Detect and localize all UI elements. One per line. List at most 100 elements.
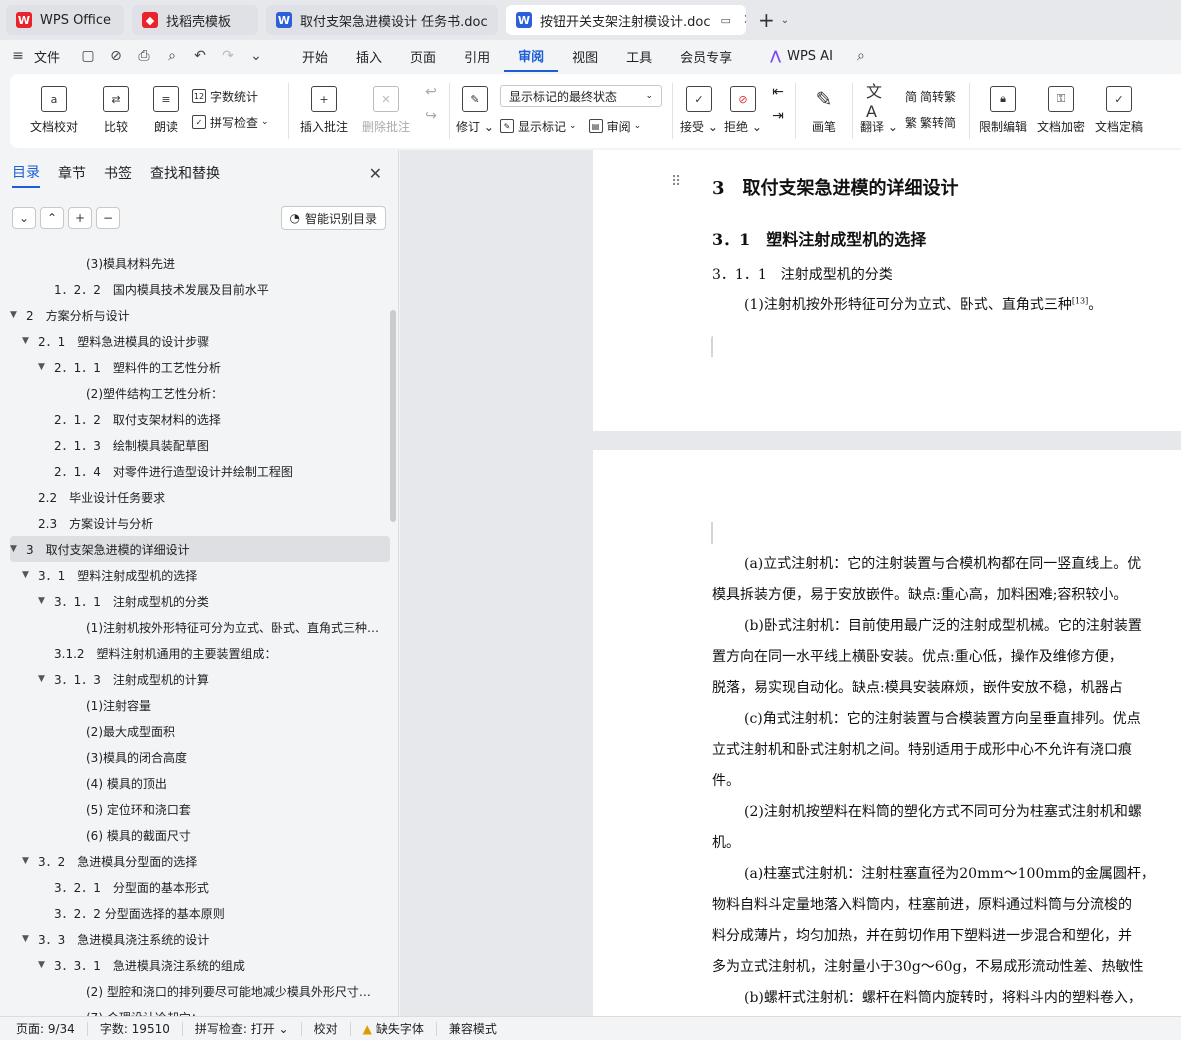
- paragraph-line[interactable]: 置方向在同一水平线上横卧安装。优点:重心低，操作及维修方便，: [712, 646, 1123, 666]
- toc-item[interactable]: ▼ 3．1．1 注射成型机的分类: [10, 588, 390, 614]
- insert-comment-button[interactable]: + 插入批注: [293, 74, 355, 148]
- review-pane-button[interactable]: ▤ 审阅 ⌄: [588, 113, 641, 139]
- add-heading-icon[interactable]: +: [68, 207, 92, 229]
- tab-task-doc[interactable]: W 取付支架急进模设计 任务书.doc: [266, 5, 498, 35]
- prev-next-change[interactable]: ⇤ ⇥: [765, 74, 791, 148]
- expand-arrow-icon[interactable]: ▼: [22, 570, 34, 580]
- search-icon[interactable]: ⌕: [847, 40, 875, 72]
- close-icon[interactable]: ✕: [369, 164, 382, 183]
- expand-arrow-icon[interactable]: ▼: [22, 934, 34, 944]
- trad-to-simp-button[interactable]: 繁 繁转简: [905, 109, 965, 135]
- menu-member[interactable]: 会员专享: [666, 40, 746, 72]
- toc-item[interactable]: 2．1．3 绘制模具装配草图: [10, 432, 390, 458]
- monitor-icon[interactable]: ▭: [721, 14, 731, 27]
- heading-1[interactable]: 3 取付支架急进模的详细设计: [712, 174, 959, 200]
- spell-check-button[interactable]: ✓ 拼写检查 ⌄: [192, 109, 284, 135]
- hamburger-icon[interactable]: ≡: [4, 40, 32, 72]
- paragraph-line[interactable]: (a)柱塞式注射机：注射柱塞直径为20mm～100mm的金属圆杆，: [744, 863, 1155, 883]
- wps-ai-button[interactable]: ⋀ WPS AI: [756, 40, 847, 72]
- paragraph-line[interactable]: 料分成薄片，均匀加热，并在剪切作用下塑料进一步混合和塑化，并: [712, 925, 1132, 945]
- toc-item[interactable]: ▼ 3．1 塑料注射成型机的选择: [10, 562, 390, 588]
- tab-current-doc[interactable]: W 按钮开关支架注射模设计.doc ▭ ✕: [506, 5, 746, 35]
- tab-chapters[interactable]: 章节: [58, 159, 86, 187]
- chevron-down-icon[interactable]: ⌄: [781, 15, 789, 26]
- expand-arrow-icon[interactable]: ▼: [38, 674, 50, 684]
- reject-button[interactable]: ⊘ 拒绝 ⌄: [721, 74, 765, 148]
- paragraph-line[interactable]: 多为立式注射机，注射量小于30g～60g，不易成形流动性差、热敏性: [712, 956, 1144, 976]
- expand-arrow-icon[interactable]: ▼: [10, 544, 22, 554]
- paragraph-line[interactable]: (2)注射机按塑料在料筒的塑化方式不同可分为柱塞式注射机和螺: [744, 801, 1142, 821]
- menu-reference[interactable]: 引用: [450, 40, 504, 72]
- page-indicator[interactable]: 页面: 9/34: [0, 1021, 88, 1036]
- toc-item[interactable]: 2.2 毕业设计任务要求: [10, 484, 390, 510]
- expand-down-icon[interactable]: ⌄: [12, 207, 36, 229]
- toc-item[interactable]: 3.1.2 塑料注射机通用的主要装置组成：: [10, 640, 390, 666]
- translate-button[interactable]: 文A 翻译 ⌄: [857, 74, 901, 148]
- expand-arrow-icon[interactable]: ▼: [10, 310, 22, 320]
- compare-button[interactable]: ⇄ 比较: [98, 74, 134, 148]
- save-icon[interactable]: ▢: [74, 40, 102, 72]
- paragraph-line[interactable]: (b)螺杆式注射机：螺杆在料筒内旋转时，将料斗内的塑料卷入，: [744, 987, 1142, 1007]
- close-icon[interactable]: ✕: [743, 12, 746, 28]
- doc-check-button[interactable]: a 文档校对: [10, 74, 98, 148]
- print-icon[interactable]: ⎙: [130, 40, 158, 72]
- document-page[interactable]: ⠿ 3 取付支架急进模的详细设计 3．1 塑料注射成型机的选择 3．1．1 注射…: [593, 150, 1181, 431]
- heading-3[interactable]: 3．1．1 注射成型机的分类: [712, 264, 893, 284]
- drag-handle-icon[interactable]: ⠿: [671, 174, 681, 190]
- paragraph-line[interactable]: (b)卧式注射机：目前使用最广泛的注射成型机械。它的注射装置: [744, 615, 1142, 635]
- toc-item[interactable]: ▼ 3 取付支架急进模的详细设计: [10, 536, 390, 562]
- restrict-edit-button[interactable]: 🔒︎ 限制编辑: [974, 74, 1032, 148]
- collapse-up-icon[interactable]: ⌃: [40, 207, 64, 229]
- toc-item[interactable]: ▼ 3．2 急进模具分型面的选择: [10, 848, 390, 874]
- paragraph-line[interactable]: (a)立式注射机：它的注射装置与合模机构都在同一竖直线上。优: [744, 553, 1141, 573]
- menu-file[interactable]: 文件: [32, 40, 74, 72]
- finalize-button[interactable]: ✓ 文档定稿: [1090, 74, 1148, 148]
- proof-status[interactable]: 校对: [302, 1021, 351, 1036]
- revise-button[interactable]: ✎ 修订 ⌄: [454, 74, 496, 148]
- expand-arrow-icon[interactable]: ▼: [38, 596, 50, 606]
- tab-docer-templates[interactable]: ◆ 找稻壳模板: [132, 5, 258, 35]
- toc-item[interactable]: ▼ 3．1．3 注射成型机的计算: [10, 666, 390, 692]
- new-tab-icon[interactable]: +: [758, 8, 775, 32]
- delete-comment-button[interactable]: ✕ 删除批注: [355, 74, 417, 148]
- prev-next-comment[interactable]: ↩ ↪: [417, 74, 445, 148]
- pen-button[interactable]: ✎ 画笔: [800, 74, 848, 148]
- tab-find-replace[interactable]: 查找和替换: [150, 159, 220, 187]
- toc-item[interactable]: 2．1．4 对零件进行造型设计并绘制工程图: [10, 458, 390, 484]
- paragraph-line[interactable]: 物料自料斗定量地落入料筒内，柱塞前进，原料通过料筒与分流梭的: [712, 894, 1132, 914]
- menu-review[interactable]: 审阅: [504, 40, 559, 72]
- menu-insert[interactable]: 插入: [342, 40, 396, 72]
- toc-item[interactable]: (2)塑件结构工艺性分析：: [10, 380, 390, 406]
- toc-item[interactable]: (2) 型腔和浇口的排列要尽可能地减少模具外形尺寸…: [10, 978, 390, 1004]
- read-aloud-button[interactable]: ≡ 朗读: [140, 74, 192, 148]
- toc-item[interactable]: ▼ 2 方案分析与设计: [10, 302, 390, 328]
- paragraph-line[interactable]: (c)角式注射机：它的注射装置与合模装置方向呈垂直排列。优点: [744, 708, 1141, 728]
- expand-arrow-icon[interactable]: ▼: [22, 856, 34, 866]
- menu-view[interactable]: 视图: [558, 40, 612, 72]
- menu-start[interactable]: 开始: [288, 40, 342, 72]
- heading-2[interactable]: 3．1 塑料注射成型机的选择: [712, 226, 926, 250]
- toc-item[interactable]: 3．2．1 分型面的基本形式: [10, 874, 390, 900]
- paragraph-line[interactable]: 机。: [712, 832, 740, 852]
- undo-icon[interactable]: ↶: [186, 40, 214, 72]
- toc-item[interactable]: (1)注射机按外形特征可分为立式、卧式、直角式三种…: [10, 614, 390, 640]
- toc-item[interactable]: 3．2．2 分型面选择的基本原则: [10, 900, 390, 926]
- toc-item[interactable]: (5) 定位环和浇口套: [10, 796, 390, 822]
- tab-toc[interactable]: 目录: [12, 158, 40, 188]
- print-preview-icon[interactable]: ⌕: [158, 40, 186, 72]
- redo-icon[interactable]: ↷: [214, 40, 242, 72]
- toc-item[interactable]: 1．2．2 国内模具技术发展及目前水平: [10, 276, 390, 302]
- toc-item[interactable]: 2.3 方案设计与分析: [10, 510, 390, 536]
- menu-page[interactable]: 页面: [396, 40, 450, 72]
- toc-item[interactable]: ▼ 3．3 急进模具浇注系统的设计: [10, 926, 390, 952]
- simp-to-trad-button[interactable]: 简 简转繁: [905, 83, 965, 109]
- toc-item[interactable]: ▼ 2．1．1 塑料件的工艺性分析: [10, 354, 390, 380]
- word-count-button[interactable]: 12 字数统计: [192, 83, 284, 109]
- menu-tools[interactable]: 工具: [612, 40, 666, 72]
- toc-item[interactable]: (6) 模具的截面尺寸: [10, 822, 390, 848]
- toc-scrollbar[interactable]: [390, 310, 396, 522]
- document-page[interactable]: (a)立式注射机：它的注射装置与合模机构都在同一竖直线上。优 模具拆装方便，易于安…: [593, 450, 1181, 1016]
- expand-arrow-icon[interactable]: ▼: [22, 336, 34, 346]
- encrypt-button[interactable]: ⚿ 文档加密: [1032, 74, 1090, 148]
- paragraph-line[interactable]: 脱落，易实现自动化。缺点:模具安装麻烦，嵌件安放不稳，机器占: [712, 677, 1123, 697]
